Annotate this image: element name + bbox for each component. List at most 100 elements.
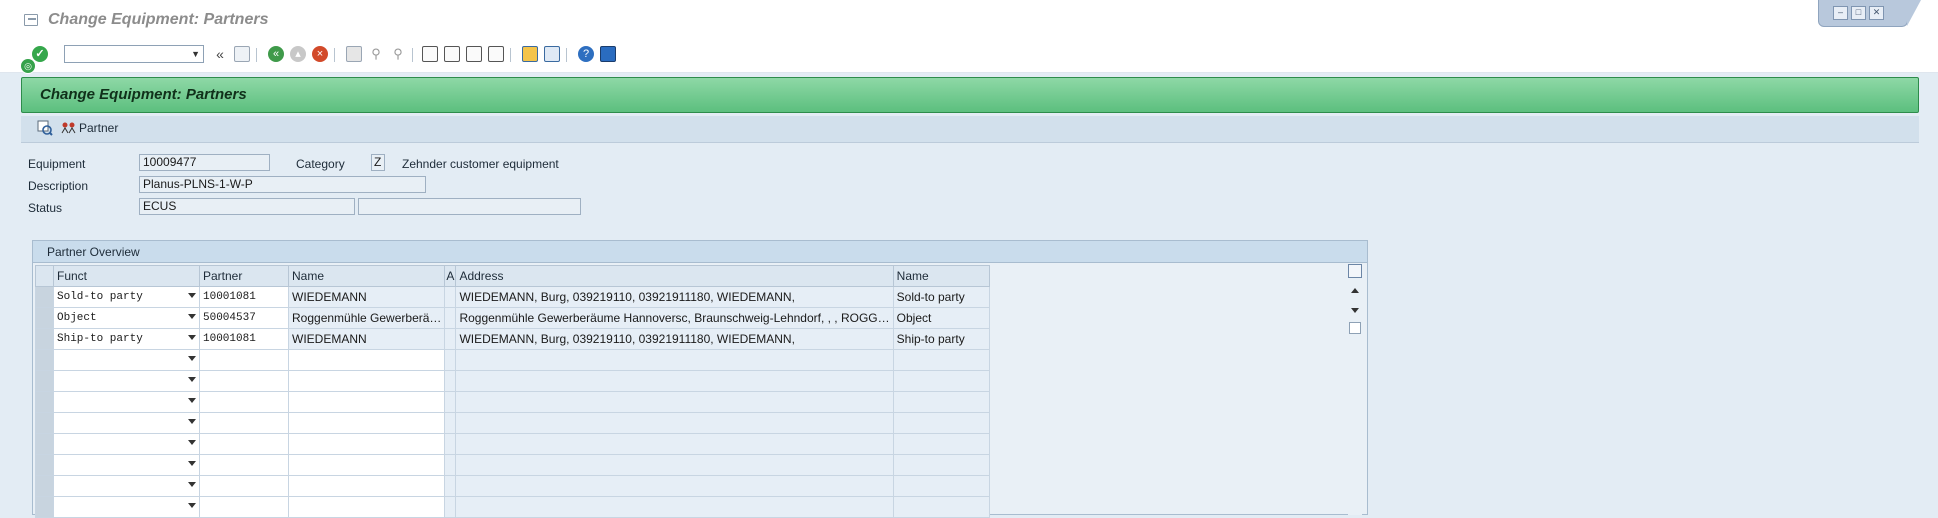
category-field[interactable]: Z (371, 154, 385, 171)
chevron-down-icon[interactable] (188, 335, 196, 340)
name-cell[interactable] (287, 349, 446, 371)
chevron-down-icon[interactable] (188, 482, 196, 487)
column-header-a[interactable]: A (444, 265, 457, 287)
name2-cell (892, 412, 990, 434)
partner-button[interactable]: Partner (61, 120, 118, 136)
row-selector[interactable] (35, 433, 54, 455)
function-dropdown[interactable]: Ship-to party (53, 328, 200, 350)
chevron-down-icon[interactable]: ▼ (191, 49, 200, 59)
previous-page-icon[interactable] (444, 46, 460, 62)
help-icon[interactable]: ? (578, 46, 594, 62)
function-dropdown[interactable]: Sold-to party (53, 286, 200, 308)
first-page-icon[interactable] (422, 46, 438, 62)
description-label: Description (28, 179, 89, 193)
partner-cell[interactable] (199, 391, 289, 413)
name-cell[interactable] (287, 496, 446, 518)
function-dropdown[interactable] (53, 454, 200, 476)
close-icon[interactable]: ✕ (1869, 6, 1884, 20)
chevron-down-icon[interactable] (188, 398, 196, 403)
chevron-down-icon[interactable] (188, 377, 196, 382)
column-header-name[interactable]: Name (287, 265, 446, 287)
display-change-icon[interactable] (37, 120, 53, 136)
name-cell[interactable] (287, 454, 446, 476)
enter-icon[interactable]: ✓ (32, 46, 48, 62)
chevron-down-icon[interactable] (188, 503, 196, 508)
row-selector[interactable] (35, 496, 54, 518)
find-icon[interactable]: ⚲ (368, 46, 384, 62)
partner-cell[interactable] (199, 370, 289, 392)
function-dropdown[interactable] (53, 370, 200, 392)
chevron-down-icon[interactable] (188, 293, 196, 298)
cancel-icon[interactable]: × (312, 46, 328, 62)
customize-layout-icon[interactable] (600, 46, 616, 62)
partner-cell[interactable] (199, 412, 289, 434)
status-field-2[interactable] (358, 198, 581, 215)
chevron-down-icon[interactable] (188, 356, 196, 361)
function-dropdown[interactable] (53, 475, 200, 497)
row-selector[interactable] (35, 412, 54, 434)
description-field[interactable]: Planus-PLNS-1-W-P (139, 176, 426, 193)
name-cell[interactable] (287, 433, 446, 455)
find-next-icon[interactable]: ⚲ (390, 46, 406, 62)
partner-cell[interactable] (199, 433, 289, 455)
row-selector[interactable] (35, 349, 54, 371)
partner-cell[interactable]: 50004537 (199, 307, 289, 329)
row-selector[interactable] (35, 391, 54, 413)
function-dropdown[interactable] (53, 349, 200, 371)
row-selector[interactable] (35, 328, 54, 350)
row-selector[interactable] (35, 286, 54, 308)
partner-cell[interactable] (199, 454, 289, 476)
partner-cell[interactable] (199, 496, 289, 518)
name-cell[interactable] (287, 475, 446, 497)
minimize-icon[interactable]: – (1833, 6, 1848, 20)
name-cell[interactable] (287, 412, 446, 434)
function-dropdown[interactable] (53, 433, 200, 455)
function-dropdown[interactable]: Object (53, 307, 200, 329)
row-selector[interactable] (35, 475, 54, 497)
partner-cell[interactable]: 10001081 (199, 286, 289, 308)
row-selector[interactable] (35, 454, 54, 476)
name2-cell (892, 370, 990, 392)
chevron-down-icon[interactable] (188, 314, 196, 319)
row-selector[interactable] (35, 307, 54, 329)
column-header-address[interactable]: Address (455, 265, 894, 287)
last-page-icon[interactable] (488, 46, 504, 62)
scroll-up-icon[interactable] (1351, 288, 1359, 293)
address-cell: WIEDEMANN, Burg, 039219110, 03921911180,… (455, 328, 894, 350)
chevron-down-icon[interactable] (188, 440, 196, 445)
menu-icon[interactable] (24, 14, 38, 26)
partner-cell[interactable] (199, 475, 289, 497)
table-settings-icon[interactable] (1348, 264, 1362, 278)
function-dropdown[interactable] (53, 391, 200, 413)
print-icon[interactable] (346, 46, 362, 62)
back-double-arrow-icon[interactable]: « (212, 46, 228, 62)
shortcut-icon[interactable] (544, 46, 560, 62)
column-header-name-2[interactable]: Name (892, 265, 990, 287)
next-page-icon[interactable] (466, 46, 482, 62)
scroll-down-icon[interactable] (1351, 308, 1359, 313)
exit-icon[interactable]: ▴ (290, 46, 306, 62)
function-dropdown[interactable] (53, 496, 200, 518)
row-selector-header[interactable] (35, 265, 54, 287)
column-header-funct[interactable]: Funct (53, 265, 200, 287)
command-field[interactable]: ▼ (64, 45, 204, 63)
partner-cell[interactable] (199, 349, 289, 371)
row-selector[interactable] (35, 370, 54, 392)
scroll-thumb[interactable] (1349, 322, 1361, 334)
vertical-scrollbar[interactable] (1348, 264, 1362, 515)
equipment-field[interactable]: 10009477 (139, 154, 270, 171)
status-field[interactable]: ECUS (139, 198, 355, 215)
chevron-down-icon[interactable] (188, 419, 196, 424)
function-dropdown[interactable] (53, 412, 200, 434)
maximize-icon[interactable]: □ (1851, 6, 1866, 20)
partner-cell[interactable]: 10001081 (199, 328, 289, 350)
chevron-down-icon[interactable] (188, 461, 196, 466)
name-cell[interactable] (287, 391, 446, 413)
back-icon[interactable]: « (268, 46, 284, 62)
column-header-partner[interactable]: Partner (199, 265, 289, 287)
table-row (35, 370, 990, 392)
partner-table: Funct Partner Name A Address Name Sold-t… (35, 265, 990, 518)
save-icon[interactable] (234, 46, 250, 62)
create-session-icon[interactable] (522, 46, 538, 62)
name-cell[interactable] (287, 370, 446, 392)
